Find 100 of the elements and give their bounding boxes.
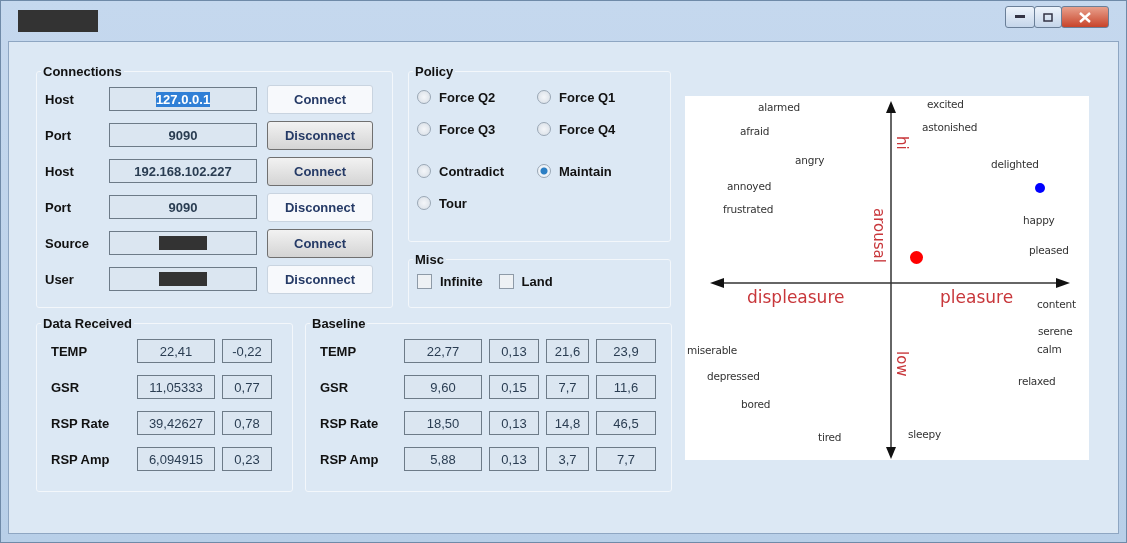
connection-button[interactable]: Connect: [267, 228, 373, 258]
value-field[interactable]: 0,23: [222, 447, 272, 471]
value-field[interactable]: 3,7: [546, 447, 589, 471]
group-title: Policy: [414, 64, 455, 79]
value-field[interactable]: 0,78: [222, 411, 272, 435]
close-button[interactable]: [1061, 6, 1109, 28]
option-label: Land: [521, 273, 553, 289]
option-label: Force Q3: [439, 121, 496, 137]
value-field[interactable]: 11,05333: [137, 375, 215, 399]
option-label: Infinite: [440, 273, 483, 289]
axis-label: arousal: [870, 208, 888, 263]
emotion-label: afraid: [740, 125, 770, 137]
emotion-label: frustrated: [723, 203, 774, 215]
emotion-label: pleased: [1029, 244, 1069, 256]
emotion-label: content: [1037, 298, 1076, 310]
group-title: Connections: [42, 64, 123, 79]
emotion-label: miserable: [687, 344, 738, 356]
connection-button[interactable]: Disconnect: [267, 192, 373, 222]
group-title: Misc: [414, 252, 445, 267]
connection-button[interactable]: Disconnect: [267, 120, 373, 150]
row-label: TEMP: [320, 343, 358, 359]
value-field[interactable]: -0,22: [222, 339, 272, 363]
input-field[interactable]: [109, 267, 257, 291]
row-label: RSP Rate: [51, 415, 111, 431]
option-label: Maintain: [559, 163, 612, 179]
radio-option[interactable]: Maintain: [537, 159, 657, 183]
radio-option[interactable]: Contradict: [417, 159, 537, 183]
field-label: User: [45, 271, 75, 287]
axis-label: hi: [893, 136, 911, 150]
radio-option[interactable]: Force Q1: [537, 85, 657, 109]
close-icon: [1079, 11, 1091, 23]
input-field[interactable]: 127.0.0.1: [109, 87, 257, 111]
checkbox-option[interactable]: Land: [498, 269, 553, 293]
value-field[interactable]: 21,6: [546, 339, 589, 363]
value-field[interactable]: 9,60: [404, 375, 482, 399]
row-label: GSR: [320, 379, 350, 395]
radio-option[interactable]: Tour: [417, 191, 537, 215]
input-field[interactable]: 192.168.102.227: [109, 159, 257, 183]
minimize-button[interactable]: [1005, 6, 1035, 28]
maximize-button[interactable]: [1034, 6, 1062, 28]
value-field[interactable]: 7,7: [596, 447, 656, 471]
group-title: Baseline: [311, 316, 367, 331]
emotion-label: relaxed: [1018, 375, 1056, 387]
value-field[interactable]: 7,7: [546, 375, 589, 399]
input-field[interactable]: [109, 231, 257, 255]
option-label: Force Q1: [559, 89, 616, 105]
option-label: Force Q2: [439, 89, 496, 105]
redaction-block: [159, 236, 207, 250]
value-field[interactable]: 6,094915: [137, 447, 215, 471]
value-field[interactable]: 11,6: [596, 375, 656, 399]
row-label: GSR: [51, 379, 81, 395]
emotion-label: depressed: [707, 370, 760, 382]
checkbox-option[interactable]: Infinite: [417, 269, 483, 293]
value-field[interactable]: 14,8: [546, 411, 589, 435]
row-label: RSP Rate: [320, 415, 380, 431]
value-field[interactable]: 46,5: [596, 411, 656, 435]
connection-button[interactable]: Connect: [267, 156, 373, 186]
emotion-label: delighted: [991, 158, 1039, 170]
value-field[interactable]: 22,77: [404, 339, 482, 363]
value-field[interactable]: 18,50: [404, 411, 482, 435]
emotion-label: tired: [818, 431, 842, 443]
value-field[interactable]: 0,77: [222, 375, 272, 399]
field-label: Port: [45, 127, 72, 143]
connection-button[interactable]: Disconnect: [267, 264, 373, 294]
row-label: TEMP: [51, 343, 89, 359]
radio-option[interactable]: Force Q2: [417, 85, 537, 109]
emotion-label: excited: [927, 98, 964, 110]
emotion-label: bored: [741, 398, 771, 410]
value-field[interactable]: 0,13: [489, 339, 539, 363]
emotion-label: astonished: [922, 121, 978, 133]
radio-option[interactable]: Force Q4: [537, 117, 657, 141]
group-title: Data Received: [42, 316, 133, 331]
emotion-label: happy: [1023, 214, 1055, 226]
row-label: RSP Amp: [320, 451, 380, 467]
option-label: Tour: [439, 195, 467, 211]
maximize-icon: [1043, 12, 1053, 22]
field-label: Port: [45, 199, 72, 215]
axis-label: displeasure: [747, 287, 845, 307]
value-field[interactable]: 23,9: [596, 339, 656, 363]
radio-option[interactable]: Force Q3: [417, 117, 537, 141]
row-label: RSP Amp: [51, 451, 111, 467]
emotion-label: sleepy: [908, 428, 941, 440]
input-field[interactable]: 9090: [109, 123, 257, 147]
input-field[interactable]: 9090: [109, 195, 257, 219]
axis-label: pleasure: [940, 287, 1014, 307]
field-label: Host: [45, 163, 75, 179]
value-field[interactable]: 0,15: [489, 375, 539, 399]
value-field[interactable]: 5,88: [404, 447, 482, 471]
emotion-label: alarmed: [758, 101, 800, 113]
option-label: Force Q4: [559, 121, 616, 137]
value-field[interactable]: 39,42627: [137, 411, 215, 435]
field-label: Source: [45, 235, 91, 251]
value-field[interactable]: 22,41: [137, 339, 215, 363]
redaction-block: [159, 272, 207, 286]
value-field[interactable]: 0,13: [489, 447, 539, 471]
connection-button[interactable]: Connect: [267, 84, 373, 114]
axis-label: low: [893, 351, 911, 377]
option-label: Contradict: [439, 163, 504, 179]
field-label: Host: [45, 91, 75, 107]
value-field[interactable]: 0,13: [489, 411, 539, 435]
